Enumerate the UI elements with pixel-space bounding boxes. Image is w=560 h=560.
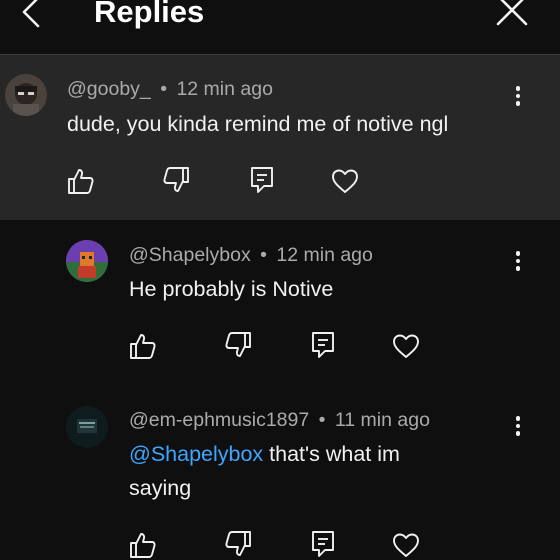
reply-icon[interactable] [247,165,277,195]
comment-text: dude, you kinda remind me of notive ngl [67,112,449,136]
dislike-icon[interactable] [223,529,253,559]
mention-link[interactable]: @Shapelybox [129,442,263,466]
comment-author[interactable]: @gooby_ [67,78,151,100]
comment-text: @Shapelybox that's what im saying [129,437,459,505]
reply-icon[interactable] [308,529,338,559]
comment-timestamp: 11 min ago [334,409,430,431]
comment-timestamp: 12 min ago [276,244,373,266]
comment-item: @Shapelybox • 12 min ago He probably is … [0,220,560,380]
avatar[interactable] [5,74,47,116]
like-icon[interactable] [128,331,158,361]
comment-meta: @em-ephmusic1897 • 11 min ago [129,408,430,432]
comment-author[interactable]: @Shapelybox [129,244,251,266]
comment-meta: @Shapelybox • 12 min ago [129,243,373,267]
chevron-left-icon[interactable] [18,0,44,32]
close-icon[interactable] [494,0,530,30]
meta-separator: • [160,78,168,100]
meta-separator: • [260,244,267,266]
like-icon[interactable] [66,166,96,196]
more-options-icon[interactable] [513,416,523,440]
like-icon[interactable] [128,530,158,560]
heart-icon[interactable] [391,331,421,361]
comment-item: @em-ephmusic1897 • 11 min ago @Shapelybo… [0,384,560,560]
meta-separator: • [318,409,326,431]
heart-icon[interactable] [391,530,421,560]
dislike-icon[interactable] [161,165,191,195]
comment-text: He probably is Notive [129,277,334,301]
avatar[interactable] [66,240,108,282]
more-options-icon[interactable] [513,251,523,275]
more-options-icon[interactable] [513,86,523,110]
page-title: Replies [94,0,205,29]
comment-item: @gooby_ • 12 min ago dude, you kinda rem… [0,55,560,220]
comment-author[interactable]: @em-ephmusic1897 [129,409,309,431]
comment-timestamp: 12 min ago [176,78,273,100]
reply-icon[interactable] [308,330,338,360]
avatar[interactable] [66,406,108,448]
header-bar: Replies [0,0,560,55]
dislike-icon[interactable] [223,330,253,360]
comment-meta: @gooby_ • 12 min ago [67,77,273,101]
heart-icon[interactable] [330,166,360,196]
